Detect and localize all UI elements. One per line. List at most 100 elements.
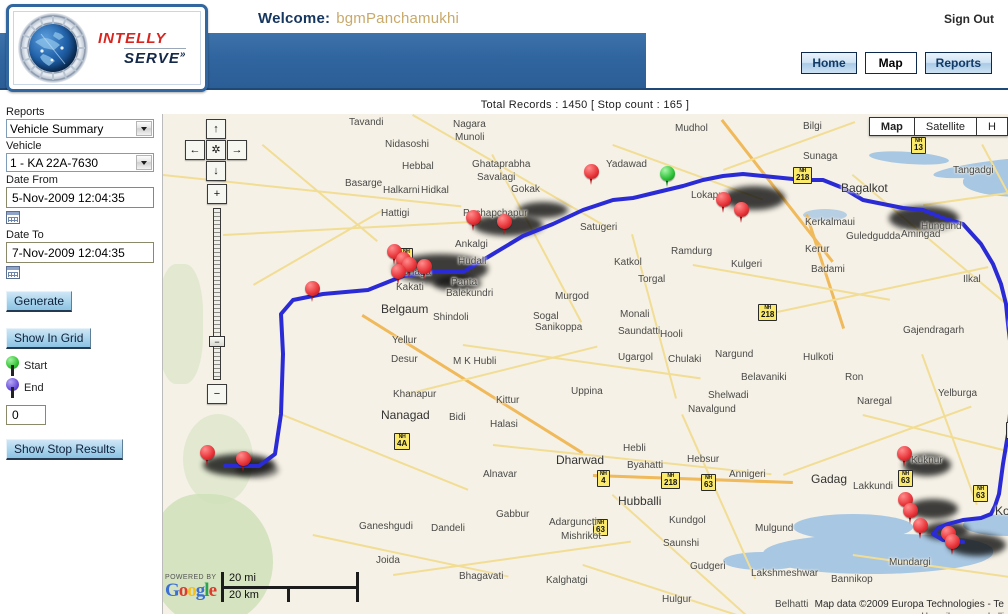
map-place-label: Alnavar (483, 469, 517, 480)
map-place-label: Gajendragarh (903, 325, 965, 336)
pan-down-button[interactable]: ↓ (206, 161, 226, 181)
nav-home-button[interactable]: Home (801, 52, 857, 74)
map-stop-marker[interactable] (897, 446, 912, 468)
pan-up-button[interactable]: ↑ (206, 119, 226, 139)
map-stop-marker[interactable] (716, 192, 731, 214)
start-pin-icon (6, 356, 19, 376)
map-place-label: Yadawad (606, 159, 647, 170)
map-place-label: Basarge (345, 178, 383, 189)
map-place-label: Hulgur (662, 594, 692, 605)
generate-button[interactable]: Generate (6, 291, 73, 312)
reports-select[interactable]: Vehicle Summary (6, 119, 154, 138)
map-stop-marker[interactable] (200, 445, 215, 467)
chevron-down-icon[interactable] (136, 155, 152, 170)
map-stop-marker[interactable] (466, 210, 481, 232)
map-place-label: Tangadgi (953, 165, 994, 176)
map-zoom-slider[interactable]: + − − (207, 184, 227, 404)
sign-out-link[interactable]: Sign Out (944, 12, 994, 26)
map-stop-marker[interactable] (734, 202, 749, 224)
chevron-down-icon[interactable] (136, 121, 152, 136)
map-place-label: Kulgeri (731, 259, 763, 270)
map-stop-marker[interactable] (497, 214, 512, 236)
map-place-label: Ankalgi (455, 239, 488, 250)
map-place-label: Bhagavati (459, 571, 504, 582)
map-stop-marker[interactable] (417, 259, 432, 281)
pan-left-button[interactable]: ← (185, 140, 205, 160)
primary-nav: Home Map Reports (801, 52, 992, 74)
map-place-label: Hebli (623, 443, 646, 454)
map-type-switcher[interactable]: Map Satellite H (868, 117, 1008, 136)
map-status-bar: Total Records : 1450 [ Stop count : 165 … (162, 96, 1008, 114)
map-place-label: Shindoli (433, 312, 469, 323)
username-label: bgmPanchamukhi (336, 10, 460, 27)
calendar-icon[interactable] (6, 266, 20, 279)
date-to-input[interactable]: 7-Nov-2009 12:04:35 (6, 242, 154, 263)
zoom-thumb[interactable]: − (209, 336, 225, 347)
date-from-label: Date From (6, 174, 58, 186)
map-type-map[interactable]: Map (868, 117, 914, 136)
zoom-track[interactable] (213, 208, 221, 380)
map-place-label: Saunshi (663, 538, 700, 549)
map-stop-marker[interactable] (305, 281, 320, 303)
map-type-hybrid[interactable]: H (976, 117, 1008, 136)
map-stop-marker[interactable] (584, 164, 599, 186)
zoom-out-button[interactable]: − (207, 384, 227, 404)
map-place-label: Dandeli (431, 523, 465, 534)
recenter-button[interactable]: ✲ (206, 140, 226, 160)
map-place-label: Murgod (555, 291, 589, 302)
map-stop-marker[interactable] (945, 534, 960, 556)
map-place-label: Panta (451, 277, 478, 288)
map-stop-marker[interactable] (236, 451, 251, 473)
map-place-label: Naregal (857, 396, 893, 407)
map-stop-marker[interactable] (913, 518, 928, 540)
vehicle-select-value: 1 - KA 22A-7630 (10, 155, 99, 170)
map-start-marker[interactable] (660, 166, 675, 188)
highway-shield: NH 218 (793, 167, 813, 184)
show-in-grid-button[interactable]: Show In Grid (6, 328, 92, 349)
map-place-label: Lakkundi (853, 481, 894, 492)
map-scale-bar: 20 mi 20 km (221, 572, 381, 606)
app-logo[interactable]: INTELLY SERVE» (6, 4, 208, 92)
map-place-label: Belavaniki (741, 372, 787, 383)
highway-shield: NH 218 (758, 304, 778, 321)
calendar-icon[interactable] (6, 211, 20, 224)
highway-shield: NH63 (701, 474, 716, 491)
map-place-label: Khanapur (393, 389, 437, 400)
highway-shield: NH63 (898, 470, 913, 487)
map-place-label: Ugargol (618, 352, 654, 363)
map-stop-marker[interactable] (391, 264, 406, 286)
map-place-label: Gadag (811, 472, 848, 486)
stop-threshold-input[interactable]: 0 (6, 405, 46, 425)
vehicle-select[interactable]: 1 - KA 22A-7630 (6, 153, 154, 172)
map-place-label: Sunaga (803, 151, 838, 162)
map-place-label: Nagara (453, 119, 486, 130)
map-place-label: Chulaki (668, 354, 702, 365)
map-place-label: Hulkoti (803, 352, 834, 363)
highway-shield: NH63 (973, 485, 988, 502)
map-place-label: Hebsur (687, 454, 720, 465)
map-place-label: Mulgund (755, 523, 794, 534)
pan-right-button[interactable]: → (227, 140, 247, 160)
map-attribution: Map data ©2009 Europa Technologies - Te (814, 599, 1004, 610)
map-pan-controls[interactable]: ↑ ← ✲ → ↓ (185, 119, 247, 181)
start-label: Start (24, 360, 48, 372)
date-from-input[interactable]: 5-Nov-2009 12:04:35 (6, 187, 154, 208)
map-place-label: Yellur (392, 335, 417, 346)
map-place-label: Belhatti (775, 599, 809, 610)
map-viewport[interactable]: NH218 NH13 NH4 NH218 NH63 NH63 NH4A NH4 … (162, 114, 1008, 614)
map-place-label: Gokak (511, 184, 540, 195)
map-place-label: M K Hubli (453, 356, 497, 367)
map-place-label: Bilgi (803, 121, 822, 132)
map-place-label: Hooli (660, 329, 683, 340)
map-tiles: NH218 NH13 NH4 NH218 NH63 NH63 NH4A NH4 … (163, 114, 1008, 614)
map-place-label: Satugeri (580, 222, 618, 233)
zoom-in-button[interactable]: + (207, 184, 227, 204)
nav-map-button[interactable]: Map (864, 52, 917, 74)
map-type-satellite[interactable]: Satellite (913, 117, 977, 136)
logo-inner: INTELLY SERVE» (13, 11, 201, 85)
show-stop-results-button[interactable]: Show Stop Results (6, 439, 124, 460)
reports-label: Reports (6, 106, 45, 118)
nav-reports-button[interactable]: Reports (924, 52, 992, 74)
map-place-label: Dharwad (556, 453, 605, 467)
map-status-text: Total Records : 1450 [ Stop count : 165 … (480, 99, 690, 111)
